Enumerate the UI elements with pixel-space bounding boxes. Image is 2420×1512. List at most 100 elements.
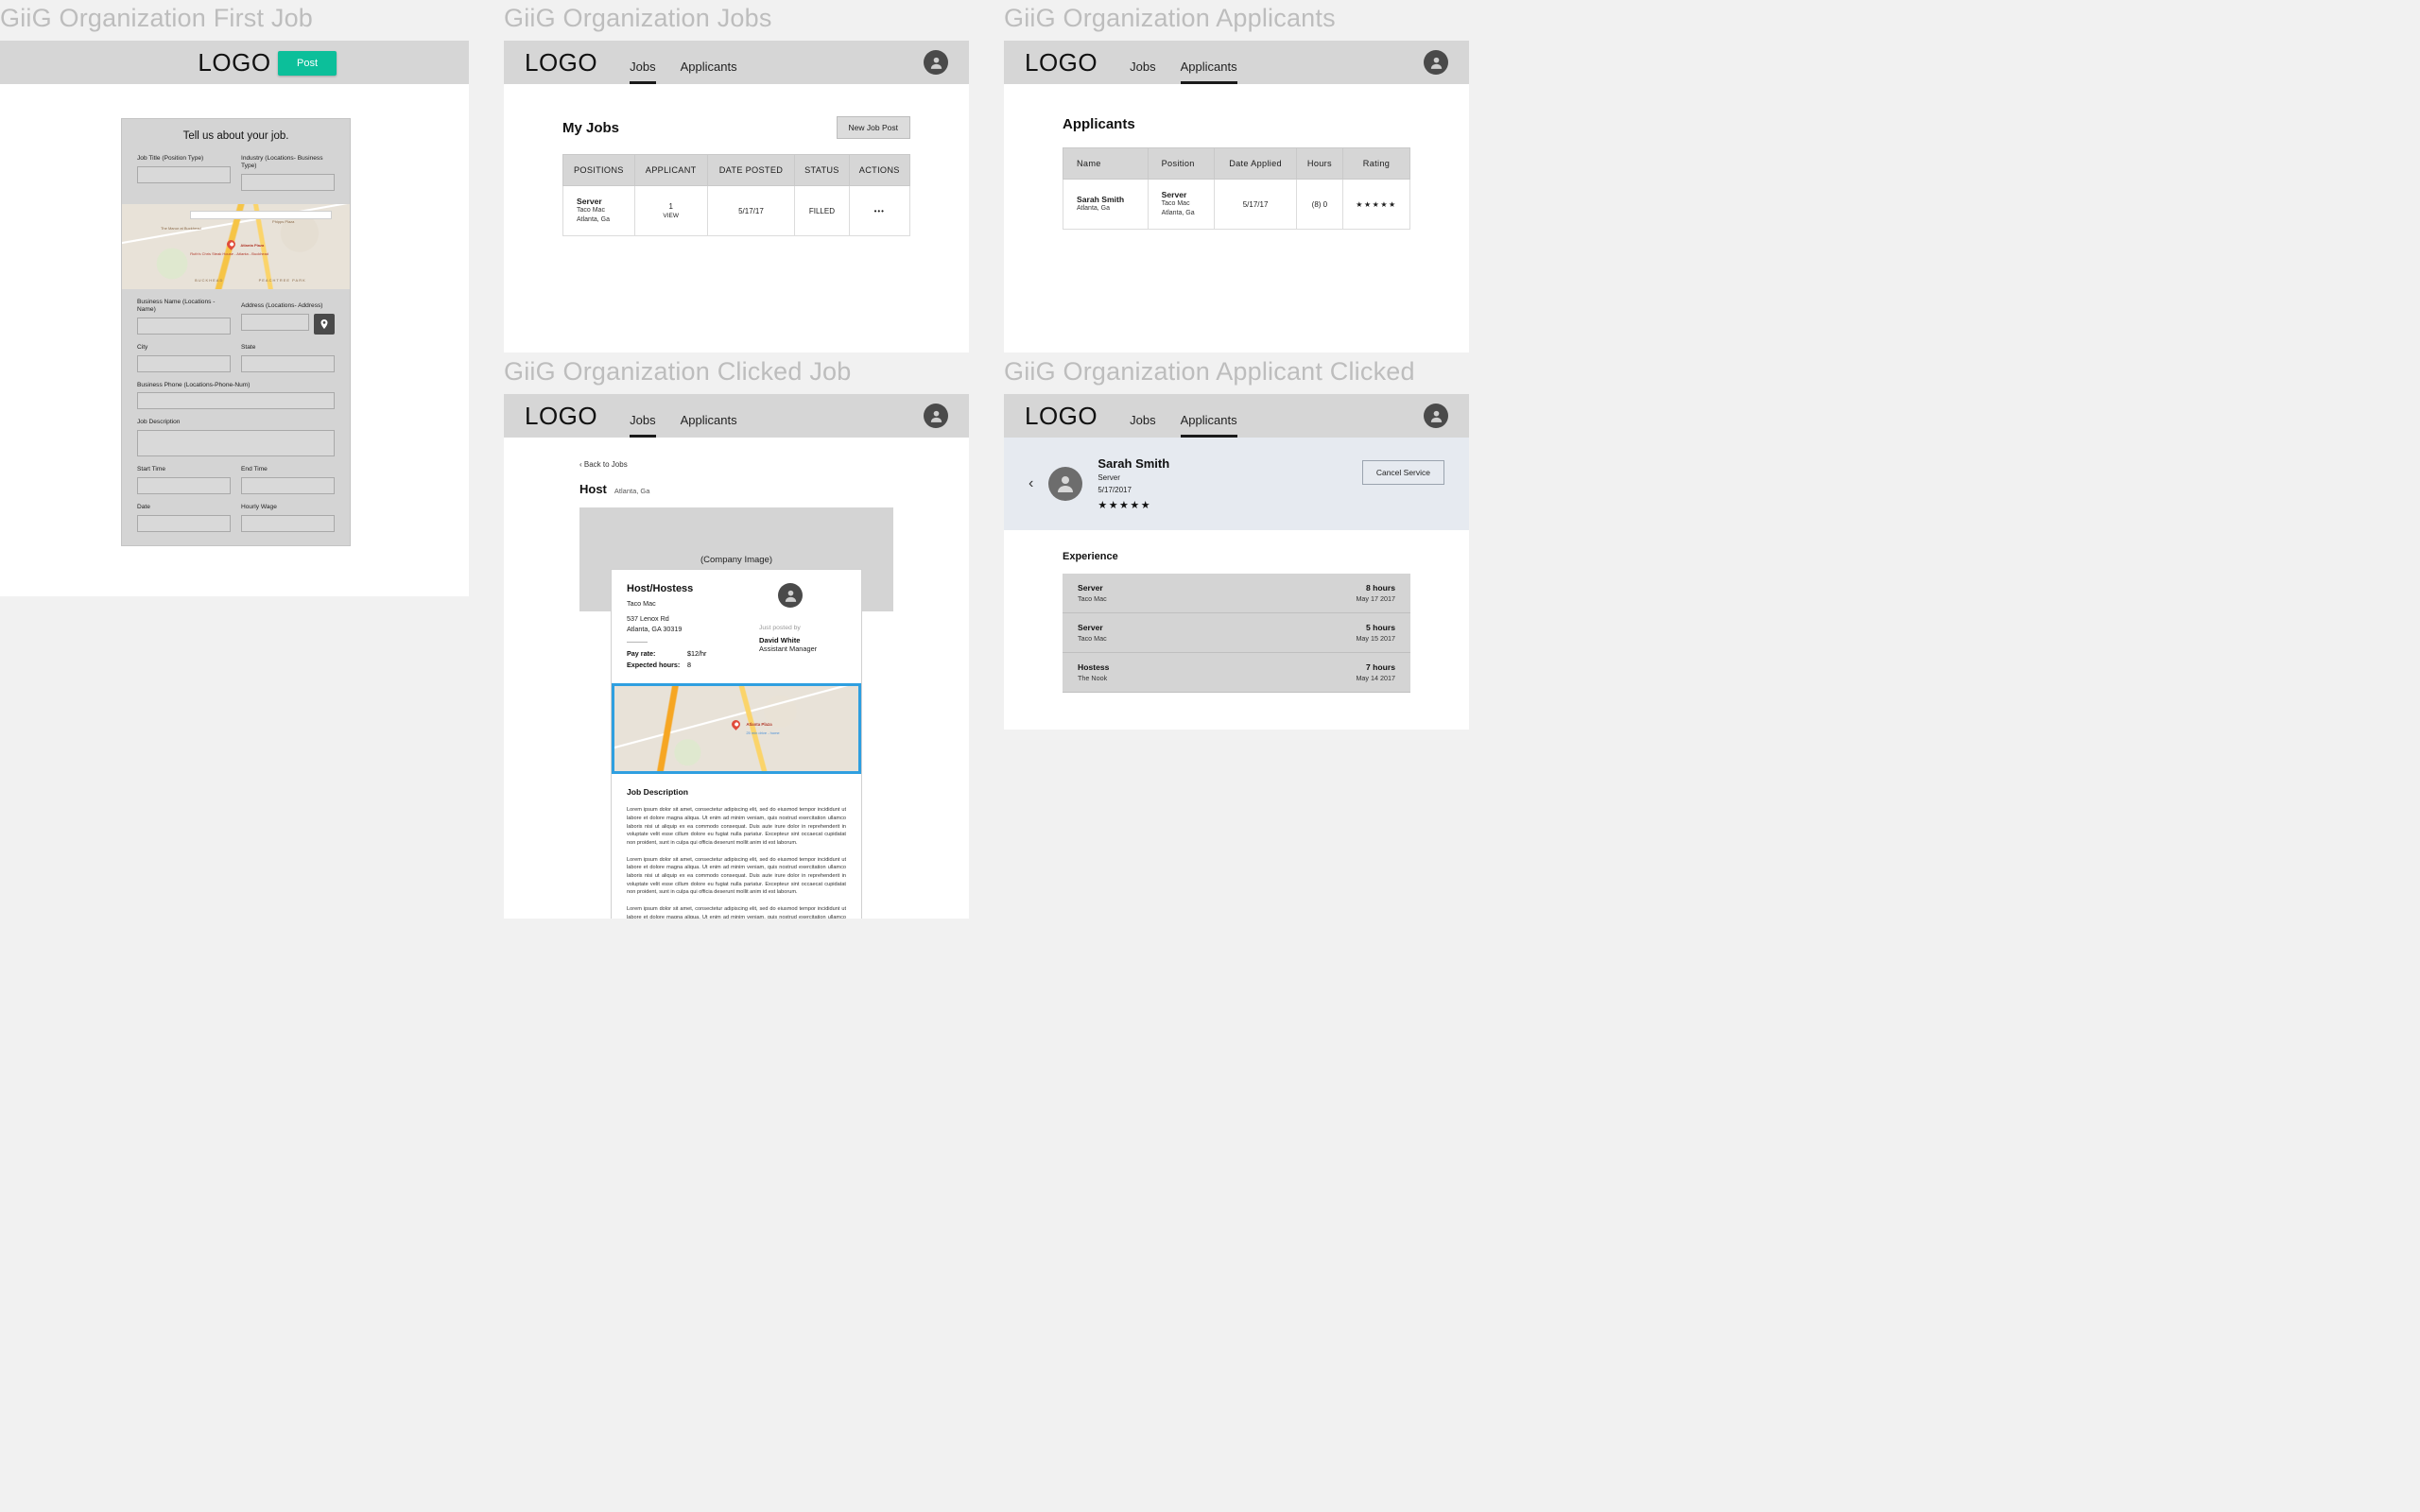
list-item[interactable]: Server Taco Mac 8 hours May 17 2017 xyxy=(1063,574,1410,613)
field-job-title: Job Title (Position Type) xyxy=(137,155,231,191)
input-industry[interactable] xyxy=(241,174,335,191)
applicants-section-head: Applicants xyxy=(1063,116,1410,132)
post-button[interactable]: Post xyxy=(278,51,337,76)
cancel-service-button[interactable]: Cancel Service xyxy=(1362,460,1444,485)
experience-hours: 8 hours xyxy=(1356,583,1395,593)
account-avatar-button[interactable] xyxy=(1424,50,1448,75)
input-start-time[interactable] xyxy=(137,477,231,494)
tab-applicants[interactable]: Applicants xyxy=(1181,60,1237,84)
input-state[interactable] xyxy=(241,355,335,372)
table-row[interactable]: Server Taco Mac Atlanta, Ga 1 VIEW 5/17/… xyxy=(563,186,910,236)
experience-right: 7 hours May 14 2017 xyxy=(1356,662,1395,682)
map-label-ruths: Ruth's Chris Steak House - Atlanta - Buc… xyxy=(190,251,268,256)
pay-rate-value: $12/hr xyxy=(687,649,706,658)
job-description-section: Job Description Lorem ipsum dolor sit am… xyxy=(612,774,861,919)
experience-role: Server xyxy=(1078,623,1107,632)
back-chevron-icon[interactable]: ‹ xyxy=(1028,475,1033,492)
experience-hours: 7 hours xyxy=(1356,662,1395,672)
col-name: Name xyxy=(1063,148,1149,180)
label-industry: Industry (Locations- Business Type) xyxy=(241,155,335,170)
row-actions-menu[interactable]: ••• xyxy=(849,186,909,236)
experience-place: Taco Mac xyxy=(1078,634,1107,643)
input-date[interactable] xyxy=(137,515,231,532)
field-business-phone: Business Phone (Locations-Phone-Num) xyxy=(122,382,350,410)
tab-jobs[interactable]: Jobs xyxy=(630,414,655,438)
input-end-time[interactable] xyxy=(241,477,335,494)
account-avatar-button[interactable] xyxy=(1424,404,1448,428)
back-to-jobs-link[interactable]: ‹ Back to Jobs xyxy=(579,460,628,469)
nav-links: Jobs Applicants xyxy=(1130,41,1236,84)
input-city[interactable] xyxy=(137,355,231,372)
cell-date-posted: 5/17/17 xyxy=(707,186,795,236)
col-applicant: APPLICANT xyxy=(634,155,707,186)
logo: LOGO xyxy=(525,48,597,77)
row-title-industry: Job Title (Position Type) Industry (Loca… xyxy=(122,155,350,191)
geolocate-button[interactable] xyxy=(314,314,335,335)
tab-jobs[interactable]: Jobs xyxy=(1130,414,1155,438)
col-status: STATUS xyxy=(795,155,849,186)
input-business-name[interactable] xyxy=(137,318,231,335)
location-pin-icon xyxy=(319,318,330,330)
form-heading: Tell us about your job. xyxy=(122,119,350,155)
applicant-position-city: Atlanta, Ga xyxy=(1162,209,1209,218)
table-row[interactable]: Sarah Smith Atlanta, Ga Server Taco Mac … xyxy=(1063,180,1410,230)
tab-jobs[interactable]: Jobs xyxy=(630,60,655,84)
col-position: Position xyxy=(1148,148,1215,180)
expected-hours-label: Expected hours: xyxy=(627,661,687,669)
input-job-title[interactable] xyxy=(137,166,231,183)
tab-applicants[interactable]: Applicants xyxy=(681,60,737,84)
tab-applicants[interactable]: Applicants xyxy=(1181,414,1237,438)
job-card-company: Taco Mac xyxy=(627,599,759,610)
applicant-company: Taco Mac xyxy=(1162,199,1209,209)
topbar: LOGO Jobs Applicants xyxy=(504,394,969,438)
applicants-table: Name Position Date Applied Hours Rating … xyxy=(1063,147,1410,230)
logo: LOGO xyxy=(1025,402,1098,431)
tab-applicants[interactable]: Applicants xyxy=(681,414,737,438)
job-card-top: Host/Hostess Taco Mac 537 Lenox Rd Atlan… xyxy=(612,570,861,683)
job-description-paragraph: Lorem ipsum dolor sit amet, consectetur … xyxy=(627,806,846,847)
map-label-buckhead: BUCKHEAD xyxy=(195,278,223,283)
cell-hours: (8) 0 xyxy=(1296,180,1342,230)
nav-links: Jobs Applicants xyxy=(630,394,736,438)
list-item[interactable]: Hostess The Nook 7 hours May 14 2017 xyxy=(1063,653,1410,693)
account-avatar-button[interactable] xyxy=(924,404,948,428)
location-map[interactable]: The Manor at Buckhead Ruth's Chris Steak… xyxy=(122,204,350,289)
experience-date: May 15 2017 xyxy=(1356,634,1395,643)
experience-section: Experience Server Taco Mac 8 hours May 1… xyxy=(1004,551,1469,693)
applicant-date: 5/17/2017 xyxy=(1098,486,1169,494)
field-industry: Industry (Locations- Business Type) xyxy=(241,155,335,191)
topbar: LOGO Post xyxy=(0,41,469,84)
list-item[interactable]: Server Taco Mac 5 hours May 15 2017 xyxy=(1063,613,1410,653)
new-job-post-button[interactable]: New Job Post xyxy=(837,116,910,139)
map-label-peachtree: PEACHTREE PARK xyxy=(259,278,306,283)
panel-first-job: GiiG Organization First Job LOGO Post Te… xyxy=(0,4,469,596)
input-business-phone[interactable] xyxy=(137,392,335,409)
col-hours: Hours xyxy=(1296,148,1342,180)
tab-jobs[interactable]: Jobs xyxy=(1130,60,1155,84)
cell-position: Server Taco Mac Atlanta, Ga xyxy=(1148,180,1215,230)
col-rating: Rating xyxy=(1342,148,1409,180)
map-pin-icon xyxy=(225,238,237,250)
label-address: Address (Locations- Address) xyxy=(241,302,335,310)
panel-applicants: GiiG Organization Applicants LOGO Jobs A… xyxy=(1004,4,1469,352)
job-city: Atlanta, Ga xyxy=(577,215,629,225)
label-date: Date xyxy=(137,504,231,511)
field-job-description: Job Description xyxy=(122,419,350,456)
view-applicants-link[interactable]: VIEW xyxy=(641,213,701,219)
account-avatar-button[interactable] xyxy=(924,50,948,75)
section-title-my-jobs: My Jobs xyxy=(562,120,619,136)
poster-avatar[interactable] xyxy=(778,583,803,608)
input-job-description[interactable] xyxy=(137,430,335,456)
job-description-paragraph: Lorem ipsum dolor sit amet, consectetur … xyxy=(627,905,846,919)
input-hourly-wage[interactable] xyxy=(241,515,335,532)
input-address[interactable] xyxy=(241,314,309,331)
label-end-time: End Time xyxy=(241,466,335,473)
experience-place: The Nook xyxy=(1078,674,1109,682)
map-label-manor: The Manor at Buckhead xyxy=(161,226,201,231)
panel-title-first-job: GiiG Organization First Job xyxy=(0,4,469,33)
jobs-content: My Jobs New Job Post POSITIONS APPLICANT… xyxy=(504,84,969,268)
job-location-map[interactable]: Atlanta Plaza 25 min drive - home xyxy=(612,683,861,774)
label-job-description: Job Description xyxy=(137,419,335,426)
field-address: Address (Locations- Address) xyxy=(241,302,335,335)
map-search-input[interactable] xyxy=(190,211,331,219)
